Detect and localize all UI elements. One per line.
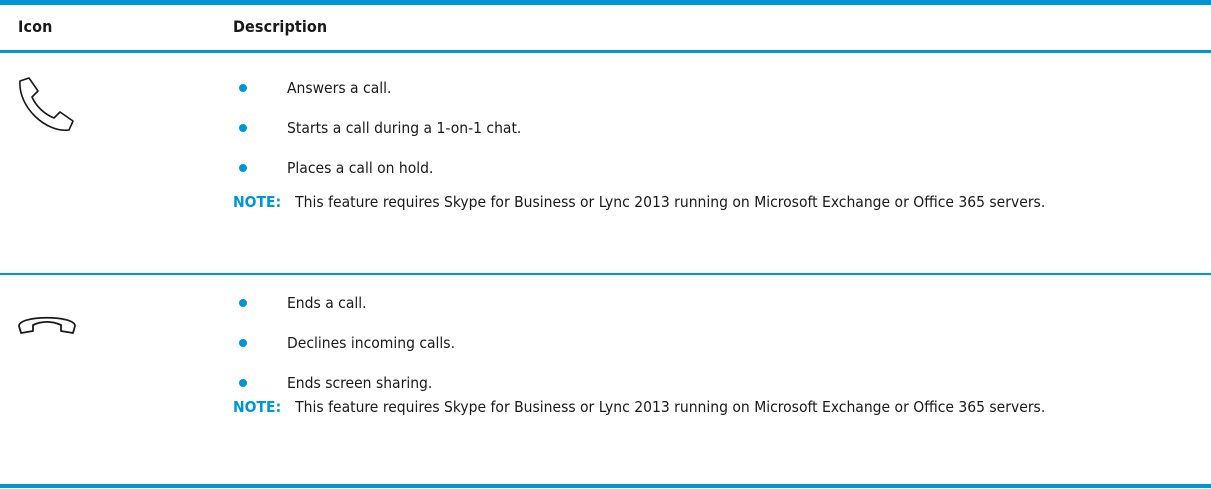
list-item: Places a call on hold. (233, 148, 521, 188)
bullet-dot (239, 299, 247, 307)
list-item-text: Ends screen sharing. (287, 374, 433, 392)
table-row: Answers a call. Starts a call during a 1… (0, 53, 1211, 273)
list-item: Starts a call during a 1-on-1 chat. (233, 108, 521, 148)
list-item-text: Declines incoming calls. (287, 334, 456, 352)
note: NOTE: This feature requires Skype for Bus… (233, 395, 1193, 419)
list-item-text: Places a call on hold. (287, 159, 434, 177)
bullet-list: Answers a call. Starts a call during a 1… (233, 68, 521, 188)
note-label: NOTE: (233, 398, 282, 416)
bullet-dot (239, 164, 247, 172)
note-text: This feature requires Skype for Business… (295, 398, 1046, 416)
bullet-dot (239, 84, 247, 92)
table-row: Ends a call. Declines incoming calls. En… (0, 275, 1211, 484)
note-label: NOTE: (233, 193, 282, 211)
bullet-dot (239, 379, 247, 387)
list-item-text: Answers a call. (287, 79, 392, 97)
list-item: Ends a call. (233, 283, 455, 323)
phone-hangup-icon (14, 309, 80, 343)
column-header-icon: Icon (18, 17, 53, 36)
column-header-description: Description (233, 17, 328, 36)
bullet-dot (239, 124, 247, 132)
bullet-dot (239, 339, 247, 347)
note-text: This feature requires Skype for Business… (295, 193, 1046, 211)
list-item-text: Ends a call. (287, 294, 367, 312)
list-item: Answers a call. (233, 68, 521, 108)
list-item: Declines incoming calls. (233, 323, 455, 363)
icon-description-table: Icon Description Answers a call. Starts … (0, 0, 1211, 489)
list-item-text: Starts a call during a 1-on-1 chat. (287, 119, 522, 137)
table-top-rule (0, 0, 1211, 5)
bullet-list: Ends a call. Declines incoming calls. En… (233, 283, 455, 403)
table-bottom-rule (0, 484, 1211, 488)
phone-answer-icon (14, 77, 80, 137)
note: NOTE: This feature requires Skype for Bus… (233, 190, 1193, 214)
